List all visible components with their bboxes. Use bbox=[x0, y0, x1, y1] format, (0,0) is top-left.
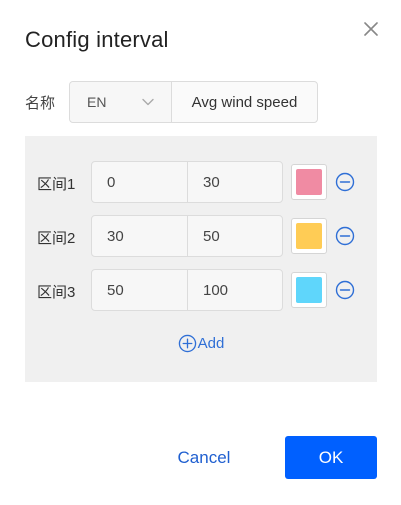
interval-label: 区间3 bbox=[37, 284, 76, 301]
range-to-input[interactable]: 30 bbox=[188, 162, 282, 202]
add-circle-icon bbox=[178, 334, 196, 353]
interval-row-3: 区间3 50 100 bbox=[37, 269, 367, 311]
interval-row-1: 区间1 0 30 bbox=[37, 161, 367, 203]
range-to-input[interactable]: 100 bbox=[188, 270, 282, 310]
interval-label: 区间2 bbox=[37, 230, 76, 247]
close-icon bbox=[364, 22, 378, 36]
remove-interval-icon[interactable] bbox=[335, 172, 355, 192]
range-to-input[interactable]: 50 bbox=[188, 216, 282, 256]
add-interval-button[interactable]: Add bbox=[25, 334, 377, 353]
range-input-group: 0 30 bbox=[91, 161, 283, 203]
interval-label: 区间1 bbox=[37, 176, 76, 193]
close-button[interactable] bbox=[360, 18, 382, 40]
interval-row-2: 区间2 30 50 bbox=[37, 215, 367, 257]
name-input-group: EN Avg wind speed bbox=[69, 81, 318, 123]
intervals-panel: 区间1 0 30 区间2 30 50 区间3 50 100 Add bbox=[25, 136, 377, 382]
color-swatch-fill bbox=[296, 277, 322, 303]
range-input-group: 30 50 bbox=[91, 215, 283, 257]
range-from-input[interactable]: 30 bbox=[92, 216, 188, 256]
ok-button[interactable]: OK bbox=[285, 436, 377, 479]
language-select[interactable]: EN bbox=[70, 82, 172, 122]
cancel-button[interactable]: Cancel bbox=[160, 436, 248, 479]
add-interval-label: Add bbox=[197, 335, 225, 352]
config-interval-dialog: Config interval 名称 EN Avg wind speed 区间1… bbox=[0, 0, 401, 505]
range-from-input[interactable]: 50 bbox=[92, 270, 188, 310]
chevron-down-icon bbox=[142, 98, 154, 106]
language-select-value: EN bbox=[87, 94, 107, 110]
name-input[interactable]: Avg wind speed bbox=[172, 82, 317, 122]
range-input-group: 50 100 bbox=[91, 269, 283, 311]
name-row: 名称 EN Avg wind speed bbox=[25, 81, 318, 123]
range-from-input[interactable]: 0 bbox=[92, 162, 188, 202]
color-swatch-fill bbox=[296, 223, 322, 249]
remove-interval-icon[interactable] bbox=[335, 280, 355, 300]
color-picker-button[interactable] bbox=[291, 164, 327, 200]
dialog-title: Config interval bbox=[25, 27, 169, 52]
name-label: 名称 bbox=[25, 94, 56, 112]
remove-interval-icon[interactable] bbox=[335, 226, 355, 246]
color-picker-button[interactable] bbox=[291, 272, 327, 308]
color-picker-button[interactable] bbox=[291, 218, 327, 254]
color-swatch-fill bbox=[296, 169, 322, 195]
